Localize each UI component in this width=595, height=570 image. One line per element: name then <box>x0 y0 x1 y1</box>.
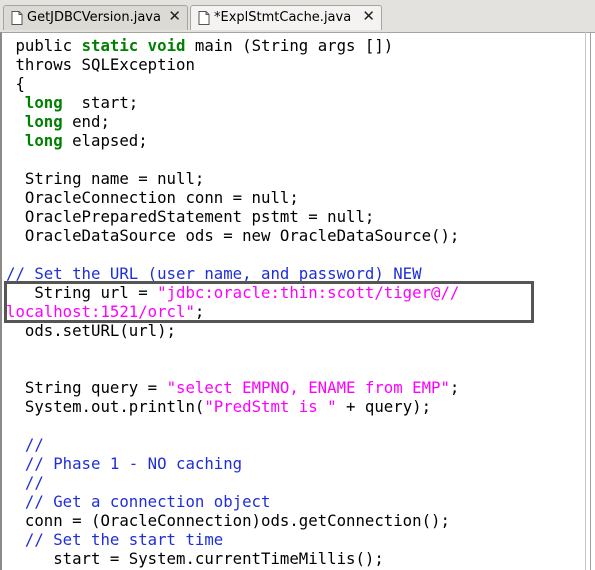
code-line: public static void main (String args []) <box>6 36 394 55</box>
java-file-icon <box>198 11 210 29</box>
editor-right-edge <box>590 32 591 570</box>
tab-getjdbcversion[interactable]: GetJDBCVersion.java ✕ <box>3 5 188 30</box>
code-line: ods.setURL(url); <box>6 321 177 340</box>
tab-label: *ExplStmtCache.java <box>214 10 352 25</box>
code-line: OraclePreparedStatement pstmt = null; <box>6 207 375 226</box>
code-comment-line: // Get a connection object <box>6 492 271 511</box>
code-line: long end; <box>24 112 110 131</box>
code-line: String query = "select EMPNO, ENAME from… <box>6 378 460 397</box>
close-icon[interactable]: ✕ <box>168 7 181 25</box>
code-comment-line: // Phase 1 - NO caching <box>6 454 243 473</box>
code-line: String name = null; <box>6 169 205 188</box>
code-line: { <box>6 74 25 93</box>
code-comment-line: // <box>6 473 44 492</box>
print-margin <box>585 32 586 570</box>
tab-explstmtcache[interactable]: *ExplStmtCache.java ✕ <box>190 5 382 30</box>
code-line: OracleConnection conn = null; <box>6 188 299 207</box>
code-line: start = System.currentTimeMillis(); <box>6 549 384 568</box>
code-line: OracleDataSource ods = new OracleDataSou… <box>6 226 460 245</box>
code-line: System.out.println("PredStmt is " + quer… <box>6 397 432 416</box>
code-line: long start; <box>24 93 139 112</box>
java-file-icon <box>11 11 23 29</box>
code-comment-line: // Set the start time <box>6 530 224 549</box>
tab-label: GetJDBCVersion.java <box>27 10 161 25</box>
code-line: long elapsed; <box>24 131 148 150</box>
code-line: throws SQLException <box>6 55 195 74</box>
code-comment-line: // <box>6 435 44 454</box>
url-highlight-box <box>4 281 534 323</box>
code-line: conn = (OracleConnection)ods.getConnecti… <box>6 511 450 530</box>
editor-tab-bar: GetJDBCVersion.java ✕ *ExplStmtCache.jav… <box>0 0 595 32</box>
close-icon[interactable]: ✕ <box>362 7 375 25</box>
